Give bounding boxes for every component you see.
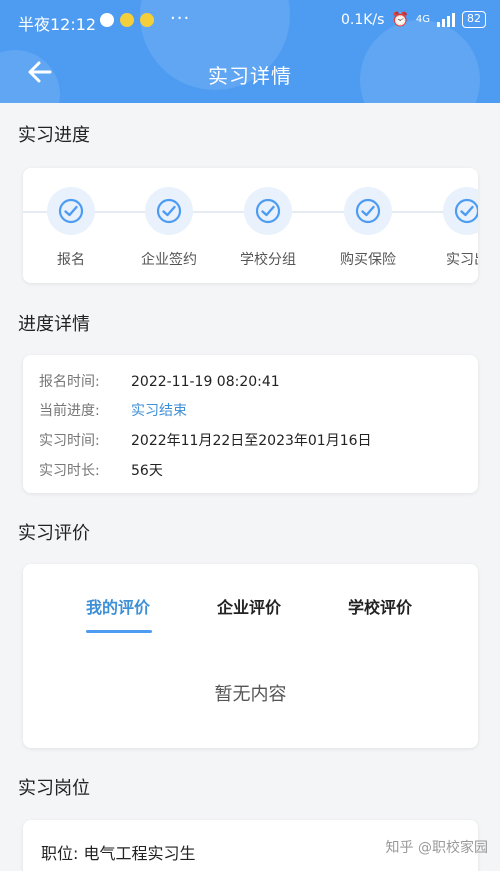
step-label: 实习出 [446,252,478,268]
status-bar: 半夜12:12 ··· 0.1K/s ⏰ 4G 82 [0,0,500,44]
progress-step: 购买保险 [320,187,416,269]
alarm-icon: ⏰ [391,11,409,28]
check-circle-icon [443,187,478,235]
nav-bar: 实习详情 [0,44,500,103]
progress-steps: 报名 企业签约 学校分组 购买保险 实习出 [23,168,478,283]
network-speed: 0.1K/s [340,11,385,28]
evaluation-heading: 实习评价 [18,523,90,544]
notification-icons [100,13,154,27]
detail-key: 报名时间: [39,374,100,390]
progress-card: 报名 企业签约 学校分组 购买保险 实习出 [23,168,478,283]
tab-school-evaluation[interactable]: 学校评价 [348,594,412,618]
detail-row: 报名时间: 2022-11-19 08:20:41 [39,371,280,391]
progress-step: 报名 [23,187,119,269]
app-notification-icon [100,13,114,27]
detail-key: 当前进度: [39,403,100,419]
detail-row: 实习时长: 56天 [39,460,163,480]
detail-key: 实习时间: [39,433,100,449]
progress-step: 学校分组 [220,187,316,269]
step-label: 学校分组 [240,252,296,268]
check-circle-icon [244,187,292,235]
more-notifications-icon: ··· [170,8,191,29]
status-right: 0.1K/s ⏰ 4G 82 [341,11,486,28]
check-circle-icon [47,187,95,235]
app-notification-icon [140,13,154,27]
detail-row: 实习时间: 2022年11月22日至2023年01月16日 [39,430,372,450]
app-header: 半夜12:12 ··· 0.1K/s ⏰ 4G 82 实习详情 [0,0,500,103]
step-label: 购买保险 [340,252,396,268]
details-heading: 进度详情 [18,314,90,335]
empty-state: 暂无内容 [214,684,287,705]
status-time: 半夜12:12 [18,15,97,34]
detail-value: 56天 [131,463,163,479]
details-card: 报名时间: 2022-11-19 08:20:41 当前进度: 实习结束 实习时间:… [23,355,478,493]
detail-value: 2022年11月22日至2023年01月16日 [131,433,372,449]
signal-4g-label: 4G [415,14,430,25]
position-heading: 实习岗位 [18,778,90,799]
evaluation-card: 我的评价 企业评价 学校评价 暂无内容 [23,564,478,748]
progress-heading: 实习进度 [18,125,90,146]
active-tab-indicator [86,630,152,633]
page-title: 实习详情 [208,64,292,88]
battery-icon: 82 [462,11,486,28]
current-progress-value: 实习结束 [131,403,187,419]
check-circle-icon [145,187,193,235]
progress-step: 企业签约 [121,187,217,269]
app-notification-icon [120,13,134,27]
watermark: 知乎 @职校家园 [385,840,488,856]
step-label: 报名 [57,252,85,268]
detail-value: 2022-11-19 08:20:41 [131,374,280,390]
progress-step: 实习出 [419,187,478,269]
detail-key: 实习时长: [39,463,100,479]
detail-row: 当前进度: 实习结束 [39,400,187,420]
signal-icon [437,12,455,27]
tab-company-evaluation[interactable]: 企业评价 [217,594,281,618]
check-circle-icon [344,187,392,235]
step-label: 企业签约 [141,252,197,268]
job-title: 职位: 电气工程实习生 [41,844,196,863]
tab-my-evaluation[interactable]: 我的评价 [86,594,150,618]
